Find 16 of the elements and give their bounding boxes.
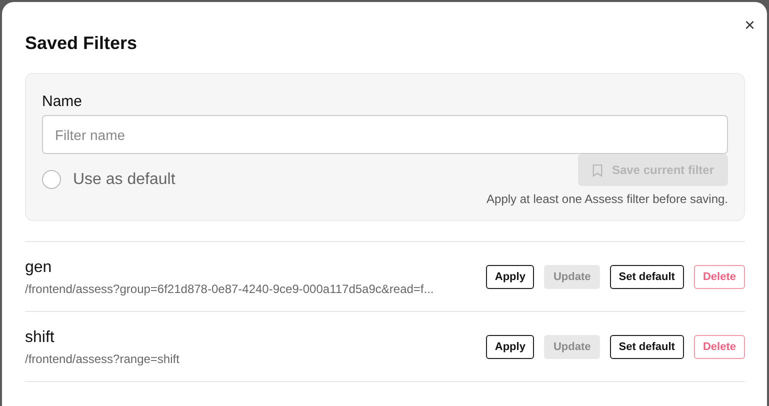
action-button[interactable]: Apply [486,264,534,288]
default-checkbox-label: Use as default [73,170,176,188]
hint-text: Apply at least one Assess filter before saving. [486,192,728,206]
name-input-field[interactable]: Filter name [42,115,728,154]
dialog-title: Saved Filters [25,32,138,54]
filter-url: /frontend/assess?group=6f21d878-0e87-4240-9ce9-000a117d5a9c&read=f... [25,282,434,296]
action-button[interactable]: Set default [610,264,684,288]
name-label: Name [42,92,84,112]
close-button[interactable]: × [740,15,759,35]
filter-url: /frontend/assess?range=shift [25,352,180,366]
filter-name: shift [25,328,56,348]
default-checkbox[interactable] [42,170,61,189]
action-button[interactable]: Apply [486,334,534,358]
bookmark-icon [592,164,603,176]
action-button[interactable]: Set default [610,334,684,358]
filter-name: gen [25,258,53,278]
